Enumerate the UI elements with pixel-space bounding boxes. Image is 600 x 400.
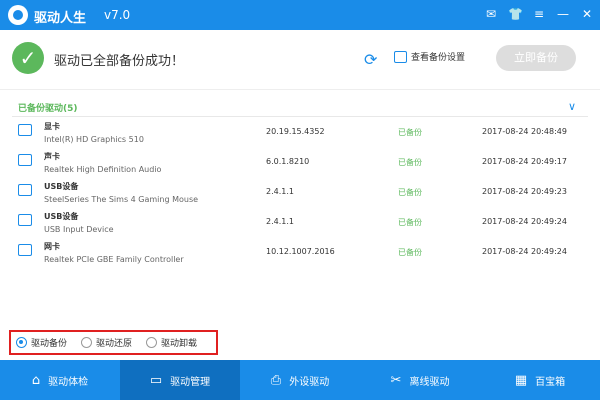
driver-name: Realtek High Definition Audio bbox=[44, 165, 162, 174]
driver-status: 已备份 bbox=[398, 188, 422, 197]
home-icon: ⌂ bbox=[31, 372, 41, 388]
app-title: 驱动人生 bbox=[34, 11, 87, 26]
divider bbox=[12, 116, 588, 117]
driver-status: 已备份 bbox=[398, 248, 422, 257]
driver-version: 6.0.1.8210 bbox=[266, 157, 310, 166]
section-header: 已备份驱动(5) bbox=[18, 104, 78, 114]
radio-selected-icon[interactable] bbox=[16, 337, 27, 348]
driver-name: USB Input Device bbox=[44, 225, 114, 234]
driver-category: 声卡 bbox=[44, 152, 60, 161]
option-label: 驱动卸载 bbox=[161, 339, 198, 349]
view-settings-label: 查看备份设置 bbox=[411, 53, 466, 63]
driver-time: 2017-08-24 20:49:24 bbox=[482, 247, 567, 256]
chevron-down-icon[interactable]: ∨ bbox=[568, 100, 576, 113]
driver-status: 已备份 bbox=[398, 128, 422, 137]
backup-now-button[interactable]: 立即备份 bbox=[496, 45, 576, 71]
driver-category: 显卡 bbox=[44, 122, 60, 131]
driver-status: 已备份 bbox=[398, 218, 422, 227]
driver-category: 网卡 bbox=[44, 242, 60, 251]
refresh-icon[interactable]: ⟳ bbox=[364, 50, 377, 69]
nav-label: 离线驱动 bbox=[409, 376, 450, 388]
nav-label: 驱动管理 bbox=[170, 376, 211, 388]
driver-category: USB设备 bbox=[44, 212, 79, 221]
nav-offline-drivers[interactable]: ✂ 离线驱动 bbox=[360, 360, 480, 400]
driver-version: 2.4.1.1 bbox=[266, 217, 294, 226]
view-backup-settings-link[interactable]: 查看备份设置 bbox=[394, 50, 465, 63]
printer-icon: ⎙ bbox=[270, 372, 282, 388]
driver-list: 显卡 Intel(R) HD Graphics 510 20.19.15.435… bbox=[0, 118, 600, 268]
driver-category: USB设备 bbox=[44, 182, 79, 191]
radio-icon[interactable] bbox=[146, 337, 158, 348]
list-item[interactable]: 声卡 Realtek High Definition Audio 6.0.1.8… bbox=[0, 148, 600, 178]
nav-label: 外设驱动 bbox=[289, 376, 330, 388]
driver-time: 2017-08-24 20:49:17 bbox=[482, 157, 567, 166]
folder-icon bbox=[394, 50, 407, 63]
toolbox-icon: ▦ bbox=[514, 372, 528, 388]
shirt-icon[interactable]: 👕 bbox=[508, 7, 523, 21]
driver-version: 20.19.15.4352 bbox=[266, 127, 325, 136]
bottom-nav: ⌂ 驱动体检 ▭ 驱动管理 ⎙ 外设驱动 ✂ 离线驱动 ▦ 百宝箱 bbox=[0, 360, 600, 400]
network-card-icon bbox=[18, 244, 32, 256]
driver-version: 2.4.1.1 bbox=[266, 187, 294, 196]
option-driver-backup[interactable]: 驱动备份 bbox=[16, 336, 67, 349]
driver-name: Intel(R) HD Graphics 510 bbox=[44, 135, 144, 144]
status-message: 驱动已全部备份成功！ bbox=[54, 54, 185, 69]
usb-device-icon bbox=[18, 184, 32, 196]
nav-driver-management[interactable]: ▭ 驱动管理 bbox=[120, 360, 240, 400]
option-driver-uninstall[interactable]: 驱动卸载 bbox=[146, 336, 197, 349]
driver-time: 2017-08-24 20:49:24 bbox=[482, 217, 567, 226]
speaker-icon bbox=[18, 154, 32, 166]
driver-time: 2017-08-24 20:48:49 bbox=[482, 127, 567, 136]
app-logo-icon bbox=[8, 5, 28, 25]
monitor-icon bbox=[18, 124, 32, 136]
option-label: 驱动备份 bbox=[31, 339, 68, 349]
list-item[interactable]: 网卡 Realtek PCIe GBE Family Controller 10… bbox=[0, 238, 600, 268]
menu-icon[interactable]: ≡ bbox=[532, 7, 546, 21]
nav-toolbox[interactable]: ▦ 百宝箱 bbox=[480, 360, 600, 400]
usb-device-icon bbox=[18, 214, 32, 226]
success-check-icon: ✓ bbox=[12, 42, 44, 74]
driver-time: 2017-08-24 20:49:23 bbox=[482, 187, 567, 196]
driver-version: 10.12.1007.2016 bbox=[266, 247, 335, 256]
minimize-icon[interactable]: — bbox=[556, 7, 570, 21]
list-item[interactable]: USB设备 USB Input Device 2.4.1.1 已备份 2017-… bbox=[0, 208, 600, 238]
nav-driver-check[interactable]: ⌂ 驱动体检 bbox=[0, 360, 120, 400]
nav-peripheral-drivers[interactable]: ⎙ 外设驱动 bbox=[240, 360, 360, 400]
option-label: 驱动还原 bbox=[96, 339, 133, 349]
list-item[interactable]: 显卡 Intel(R) HD Graphics 510 20.19.15.435… bbox=[0, 118, 600, 148]
option-driver-restore[interactable]: 驱动还原 bbox=[81, 336, 132, 349]
driver-name: Realtek PCIe GBE Family Controller bbox=[44, 255, 184, 264]
laptop-icon: ▭ bbox=[149, 372, 163, 388]
tools-icon: ✂ bbox=[390, 372, 402, 388]
titlebar: 驱动人生 v7.0 ✉ 👕 ≡ — ✕ bbox=[0, 0, 600, 30]
app-version: v7.0 bbox=[104, 8, 131, 22]
nav-label: 驱动体检 bbox=[48, 376, 89, 388]
list-item[interactable]: USB设备 SteelSeries The Sims 4 Gaming Mous… bbox=[0, 178, 600, 208]
driver-status: 已备份 bbox=[398, 158, 422, 167]
status-panel: ✓ 驱动已全部备份成功！ ⟳ 查看备份设置 立即备份 bbox=[0, 30, 600, 90]
message-icon[interactable]: ✉ bbox=[484, 7, 498, 21]
driver-name: SteelSeries The Sims 4 Gaming Mouse bbox=[44, 195, 199, 204]
close-icon[interactable]: ✕ bbox=[580, 7, 594, 21]
radio-icon[interactable] bbox=[81, 337, 93, 348]
mode-options: 驱动备份 驱动还原 驱动卸载 bbox=[9, 330, 218, 355]
nav-label: 百宝箱 bbox=[535, 376, 566, 388]
